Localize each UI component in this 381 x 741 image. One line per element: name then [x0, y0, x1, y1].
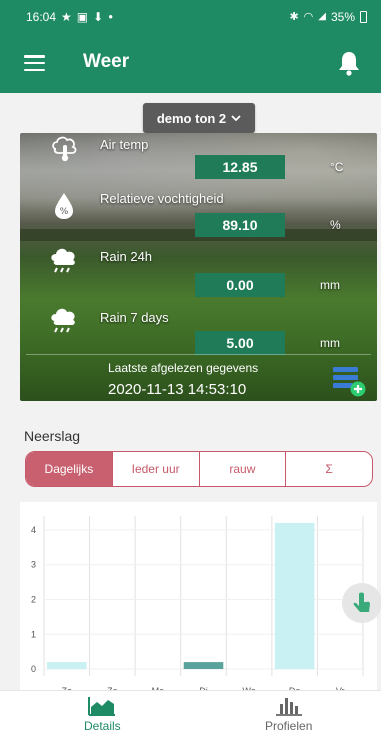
air-temp-value: 12.85 — [195, 155, 285, 179]
y-tick-label: 0 — [31, 664, 36, 674]
humidity-label: Relatieve vochtigheid — [100, 191, 224, 206]
precipitation-chart: 01234Zo Zo Ma Di Wo Do Vr — [31, 516, 364, 696]
download-icon: ⬇ — [93, 9, 104, 24]
battery-percent: 35% — [330, 9, 355, 24]
status-bar: 16:04 ★ ▣ ⬇ ● ✱ ◠ ◢ 35% — [0, 0, 381, 33]
rain-7days-value: 5.00 — [195, 331, 285, 355]
bottom-nav: Details Profielen — [0, 690, 381, 741]
period-tabs: Dagelijks Ieder uur rauw Σ — [25, 451, 373, 487]
bluetooth-icon: ✱ — [289, 11, 299, 23]
y-tick-label: 4 — [31, 525, 36, 535]
menu-icon[interactable] — [24, 55, 45, 71]
device-selector-value: demo ton 2 — [156, 110, 227, 126]
image-icon: ▣ — [76, 9, 89, 24]
tab-daily[interactable]: Dagelijks — [26, 452, 113, 486]
wifi-icon: ◠ — [303, 11, 314, 23]
battery-icon — [360, 10, 367, 23]
bar — [47, 662, 87, 670]
divider — [26, 354, 371, 355]
thermometer-cloud-icon — [52, 136, 77, 162]
rain-cloud-icon — [51, 248, 75, 273]
tab-hourly[interactable]: Ieder uur — [113, 452, 200, 486]
humidity-value: 89.10 — [195, 213, 285, 237]
device-selector[interactable]: demo ton 2 — [143, 103, 255, 133]
rain-7days-unit: mm — [320, 336, 340, 350]
air-temp-label: Air temp — [100, 137, 149, 152]
bar-chart-icon — [275, 698, 302, 716]
bar — [274, 522, 315, 670]
rain-24h-unit: mm — [320, 278, 340, 292]
last-read-label: Laatste afgelezen gegevens — [108, 361, 259, 375]
chart-area-icon — [88, 697, 116, 716]
y-tick-label: 2 — [31, 594, 36, 604]
page-title: Weer — [83, 51, 130, 72]
rain-24h-label: Rain 24h — [100, 249, 153, 264]
chevron-down-icon — [231, 114, 241, 121]
nav-details-label: Details — [84, 719, 121, 733]
nav-details[interactable]: Details — [84, 695, 121, 733]
rain-7days-label: Rain 7 days — [100, 310, 169, 325]
list-add-icon[interactable] — [332, 365, 366, 397]
section-title: Neerslag — [24, 428, 81, 444]
app-bar: Weer — [0, 33, 381, 93]
droplet-percent-icon: % — [55, 193, 73, 219]
nav-profiles[interactable]: Profielen — [265, 695, 312, 733]
air-temp-unit: °C — [330, 160, 344, 174]
tab-raw[interactable]: rauw — [200, 452, 287, 486]
touch-icon[interactable] — [342, 583, 381, 623]
tab-sum[interactable]: Σ — [286, 452, 372, 486]
dot-icon: ● — [108, 12, 114, 21]
nav-profiles-label: Profielen — [265, 719, 313, 733]
status-time: 16:04 — [26, 9, 57, 24]
signal-icon: ◢ — [318, 11, 326, 22]
y-tick-label: 3 — [31, 560, 36, 570]
last-read-time: 2020-11-13 14:53:10 — [108, 381, 247, 398]
svg-text:%: % — [60, 207, 69, 217]
y-tick-label: 1 — [31, 629, 36, 639]
bell-icon[interactable] — [334, 49, 364, 77]
rain-cloud-icon — [51, 308, 75, 333]
humidity-unit: % — [330, 218, 341, 232]
bar — [183, 662, 224, 670]
chart-card: 0 1 2 3 4 Zo Zo Ma Di Wo Do Vr — [20, 502, 377, 696]
weather-card: Air temp 12.85 °C % Relatieve vochtighei… — [20, 133, 377, 401]
rain-24h-value: 0.00 — [195, 273, 285, 297]
star-icon: ★ — [61, 9, 72, 24]
